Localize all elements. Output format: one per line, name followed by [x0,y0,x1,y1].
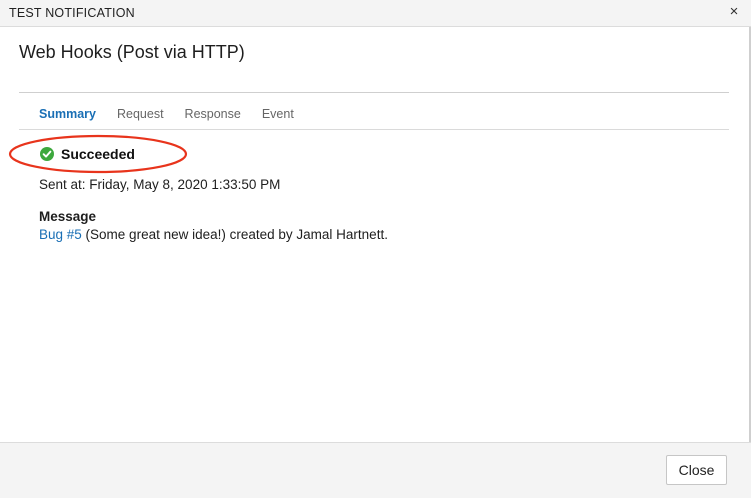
message-text: (Some great new idea!) created by Jamal … [81,227,388,242]
page-title: Web Hooks (Post via HTTP) [19,42,245,62]
close-icon[interactable]: × [725,3,743,21]
test-notification-dialog: TEST NOTIFICATION × Web Hooks (Post via … [0,0,751,498]
tabs-top-divider [19,92,729,93]
bug-link[interactable]: Bug #5 [39,227,82,242]
dialog-footer [0,442,751,498]
tab-bar: Summary Request Response Event [39,104,315,124]
status-label: Succeeded [61,146,135,162]
sent-at-text: Sent at: Friday, May 8, 2020 1:33:50 PM [39,177,281,192]
check-circle-icon [40,147,54,161]
status-row: Succeeded [40,146,135,162]
dialog-titlebar: TEST NOTIFICATION × [0,0,751,27]
close-button[interactable]: Close [666,455,727,485]
tab-summary[interactable]: Summary [39,107,96,121]
tab-response[interactable]: Response [185,107,241,121]
dialog-title: TEST NOTIFICATION [9,6,135,20]
tab-request[interactable]: Request [117,107,164,121]
tabs-bottom-divider [19,129,729,130]
message-heading: Message [39,209,97,224]
message-body: Bug #5 (Some great new idea!) created by… [39,227,388,242]
tab-event[interactable]: Event [262,107,294,121]
